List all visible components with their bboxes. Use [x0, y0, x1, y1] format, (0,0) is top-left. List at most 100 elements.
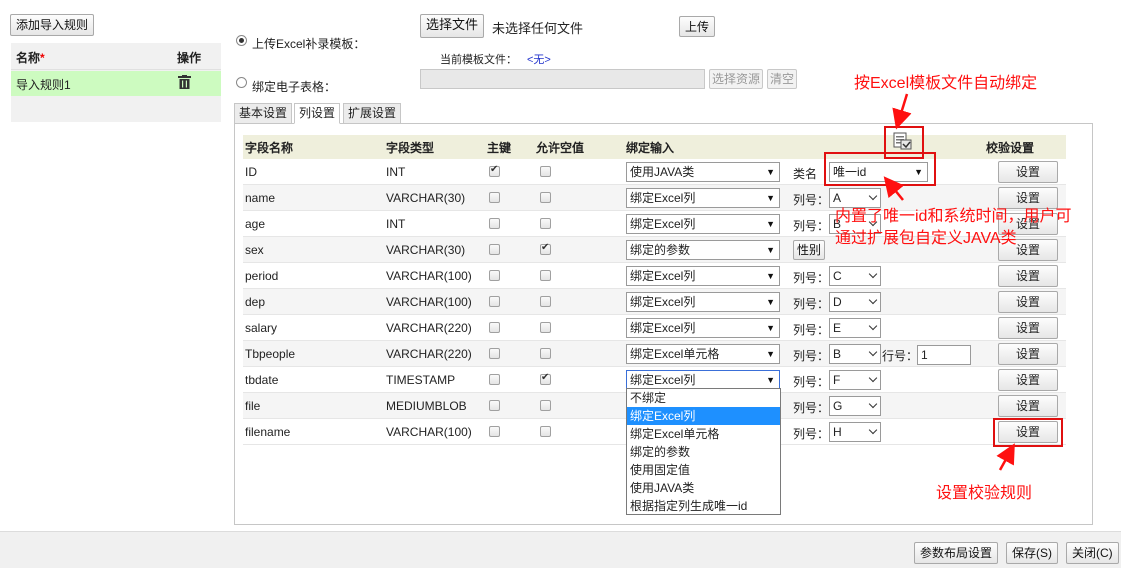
bind-spreadsheet-radio[interactable] — [236, 77, 247, 88]
bind-input-value: 绑定Excel列 — [630, 191, 696, 205]
validate-settings-button[interactable]: 设置 — [998, 369, 1058, 391]
primary-key-checkbox[interactable] — [489, 374, 500, 385]
dropdown-option[interactable]: 绑定Excel单元格 — [627, 425, 780, 443]
parameter-layout-button[interactable]: 参数布局设置 — [914, 542, 999, 564]
choose-file-button[interactable]: 选择文件 — [420, 14, 485, 38]
primary-key-checkbox[interactable] — [489, 322, 500, 333]
field-name: age — [245, 217, 266, 231]
primary-key-checkbox[interactable] — [489, 218, 500, 229]
chevron-down-icon — [868, 269, 878, 279]
bind-input-value: 绑定Excel列 — [630, 295, 696, 309]
primary-key-checkbox[interactable] — [489, 348, 500, 359]
dropdown-arrow-icon: ▼ — [766, 219, 775, 229]
dropdown-option[interactable]: 绑定Excel列 — [627, 407, 780, 425]
row-number-input[interactable]: 1 — [917, 345, 971, 365]
allow-null-checkbox[interactable] — [540, 426, 551, 437]
bind-input-select[interactable]: 使用JAVA类 ▼ — [626, 162, 780, 182]
dropdown-option[interactable]: 使用固定值 — [627, 461, 780, 479]
field-name: Tbpeople — [245, 347, 296, 361]
column-number-value: E — [833, 321, 842, 335]
column-number-select[interactable]: F — [829, 370, 881, 390]
current-template-link[interactable]: <无> — [527, 51, 551, 67]
chevron-down-icon — [868, 399, 878, 409]
allow-null-checkbox[interactable] — [540, 296, 551, 307]
validate-settings-button[interactable]: 设置 — [998, 395, 1058, 417]
rule-list-item[interactable]: 导入规则1 — [11, 71, 221, 96]
dropdown-option[interactable]: 使用JAVA类 — [627, 479, 780, 497]
column-number-select[interactable]: E — [829, 318, 881, 338]
bind-input-select[interactable]: 绑定Excel列 ▼ — [626, 214, 780, 234]
primary-key-checkbox[interactable] — [489, 400, 500, 411]
dropdown-option[interactable]: 绑定的参数 — [627, 443, 780, 461]
validate-settings-button[interactable]: 设置 — [998, 161, 1058, 183]
chevron-down-icon — [868, 295, 878, 305]
upload-template-radio[interactable] — [236, 35, 247, 46]
bind-input-select[interactable]: 绑定Excel列 ▼ — [626, 318, 780, 338]
column-number-select[interactable]: G — [829, 396, 881, 416]
chevron-down-icon — [868, 321, 878, 331]
allow-null-checkbox[interactable] — [540, 322, 551, 333]
annotation-box-validate — [993, 418, 1063, 447]
clear-button[interactable]: 清空 — [767, 69, 798, 89]
bind-spreadsheet-input[interactable] — [420, 69, 705, 89]
bind-input-select[interactable]: 绑定Excel列 ▼ — [626, 370, 780, 390]
allow-null-checkbox[interactable] — [540, 348, 551, 359]
allow-null-checkbox[interactable] — [540, 372, 551, 385]
trash-icon[interactable] — [178, 75, 191, 92]
param-button[interactable]: 性别 — [793, 240, 826, 260]
field-name: name — [245, 191, 276, 205]
chevron-down-icon — [868, 191, 878, 201]
validate-settings-button[interactable]: 设置 — [998, 317, 1058, 339]
allow-null-checkbox[interactable] — [540, 218, 551, 229]
tab-basic-settings[interactable]: 基本设置 — [234, 103, 293, 124]
allow-null-checkbox[interactable] — [540, 192, 551, 203]
header-allow-null: 允许空值 — [536, 141, 585, 155]
dropdown-arrow-icon: ▼ — [766, 271, 775, 281]
upload-button[interactable]: 上传 — [679, 16, 716, 37]
primary-key-checkbox[interactable] — [489, 426, 500, 437]
add-import-rule-button[interactable]: 添加导入规则 — [10, 14, 95, 36]
bind-input-select[interactable]: 绑定Excel列 ▼ — [626, 292, 780, 312]
primary-key-checkbox[interactable] — [489, 164, 500, 177]
field-type: VARCHAR(30) — [386, 243, 466, 257]
column-number-select[interactable]: H — [829, 422, 881, 442]
chevron-down-icon — [868, 425, 878, 435]
column-number-select[interactable]: C — [829, 266, 881, 286]
primary-key-checkbox[interactable] — [489, 296, 500, 307]
allow-null-checkbox[interactable] — [540, 242, 551, 255]
column-number-value: H — [833, 425, 842, 439]
bind-input-dropdown-list[interactable]: 不绑定 绑定Excel列 绑定Excel单元格 绑定的参数 使用固定值 使用JAVA类 根据… — [626, 388, 781, 515]
validate-settings-button[interactable]: 设置 — [998, 291, 1058, 313]
column-number-select[interactable]: D — [829, 292, 881, 312]
dropdown-option[interactable]: 不绑定 — [627, 389, 780, 407]
choose-resource-button[interactable]: 选择资源 — [709, 69, 764, 89]
column-number-label: 列号： — [793, 219, 830, 233]
allow-null-checkbox[interactable] — [540, 270, 551, 281]
bind-input-select[interactable]: 绑定Excel单元格 ▼ — [626, 344, 780, 364]
column-number-select[interactable]: B — [829, 344, 881, 364]
dropdown-arrow-icon: ▼ — [766, 349, 775, 359]
field-type: VARCHAR(220) — [386, 347, 472, 361]
column-number-label: 列号： — [793, 427, 830, 441]
field-type: VARCHAR(220) — [386, 321, 472, 335]
dropdown-arrow-icon: ▼ — [766, 193, 775, 203]
header-validate-settings: 校验设置 — [986, 141, 1035, 155]
allow-null-checkbox[interactable] — [540, 166, 551, 177]
annotation-validate-rule: 设置校验规则 — [936, 485, 1033, 502]
bind-input-value: 绑定Excel列 — [630, 217, 696, 231]
bind-input-select[interactable]: 绑定Excel列 ▼ — [626, 188, 780, 208]
validate-settings-button[interactable]: 设置 — [998, 265, 1058, 287]
dropdown-option[interactable]: 根据指定列生成唯一id — [627, 497, 780, 515]
primary-key-checkbox[interactable] — [489, 192, 500, 203]
bind-input-select[interactable]: 绑定的参数 ▼ — [626, 240, 780, 260]
tab-column-settings[interactable]: 列设置 — [294, 103, 341, 124]
primary-key-checkbox[interactable] — [489, 244, 500, 255]
bind-input-select[interactable]: 绑定Excel列 ▼ — [626, 266, 780, 286]
primary-key-checkbox[interactable] — [489, 270, 500, 281]
validate-settings-button[interactable]: 设置 — [998, 343, 1058, 365]
column-number-value: B — [833, 347, 842, 361]
tab-extended-settings[interactable]: 扩展设置 — [343, 103, 402, 124]
allow-null-checkbox[interactable] — [540, 400, 551, 411]
save-button[interactable]: 保存(S) — [1006, 542, 1058, 564]
close-button[interactable]: 关闭(C) — [1066, 542, 1119, 564]
